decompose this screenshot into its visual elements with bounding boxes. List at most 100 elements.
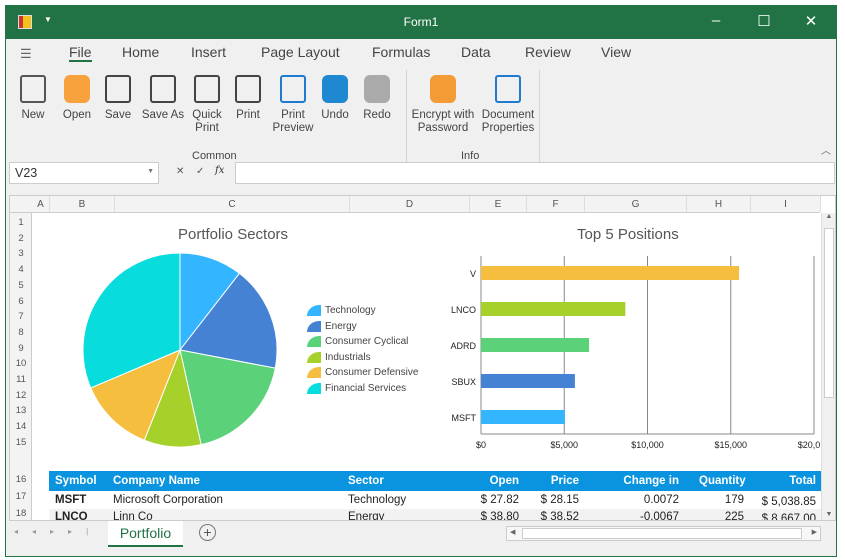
column-header-F[interactable]: F bbox=[527, 196, 585, 212]
insert-function-icon[interactable]: fx bbox=[215, 165, 224, 176]
row-header-3[interactable]: 3 bbox=[10, 248, 32, 259]
quick-print-button[interactable]: Quick Print bbox=[190, 71, 224, 135]
enter-icon[interactable]: ✓ bbox=[196, 166, 204, 177]
scroll-down-icon[interactable]: ▼ bbox=[822, 511, 835, 518]
horizontal-scrollbar[interactable]: ◀ ▶ bbox=[506, 526, 821, 541]
column-header-H[interactable]: H bbox=[687, 196, 751, 212]
tab-formulas[interactable]: Formulas bbox=[372, 44, 430, 60]
column-header-B[interactable]: B bbox=[50, 196, 115, 212]
table-cell[interactable]: Microsoft Corporation bbox=[113, 492, 313, 509]
portfolio-table[interactable]: Symbol Company Name Sector Open Price Change … bbox=[49, 471, 821, 520]
cancel-icon[interactable]: ✕ bbox=[176, 166, 184, 177]
redo-button[interactable]: Redo bbox=[362, 71, 392, 122]
minimize-button[interactable]: – bbox=[701, 12, 731, 32]
scroll-left-icon[interactable]: ◀ bbox=[510, 528, 515, 536]
chevron-down-icon[interactable]: ▼ bbox=[147, 168, 154, 175]
row-header-18[interactable]: 18 bbox=[10, 508, 32, 519]
pie-chart[interactable] bbox=[70, 246, 290, 456]
tab-insert[interactable]: Insert bbox=[191, 44, 226, 60]
column-header[interactable]: Company Name bbox=[113, 471, 313, 491]
column-header[interactable]: Open bbox=[479, 471, 519, 491]
column-header-D[interactable]: D bbox=[350, 196, 470, 212]
column-header-A[interactable]: A bbox=[32, 196, 50, 212]
bar-SBUX[interactable] bbox=[481, 374, 575, 388]
tab-file[interactable]: File bbox=[69, 44, 92, 62]
bar-LNCO[interactable] bbox=[481, 302, 626, 316]
sheet-tab-portfolio[interactable]: Portfolio bbox=[108, 521, 183, 547]
open-button[interactable]: Open bbox=[60, 71, 94, 122]
column-header-G[interactable]: G bbox=[585, 196, 687, 212]
encrypt-with-password-button[interactable]: Encrypt with Password bbox=[411, 71, 475, 135]
tab-view[interactable]: View bbox=[601, 44, 631, 60]
formula-input[interactable] bbox=[235, 162, 835, 184]
bar-ADRD[interactable] bbox=[481, 338, 590, 352]
table-cell[interactable]: 179 bbox=[699, 492, 744, 509]
vertical-scrollbar[interactable]: ▲ ▼ bbox=[821, 213, 835, 520]
table-cell[interactable]: $ 38.80 bbox=[479, 509, 519, 520]
tab-page-layout[interactable]: Page Layout bbox=[261, 44, 340, 60]
name-box[interactable]: V23 ▼ bbox=[9, 162, 159, 184]
table-cell[interactable]: $ 8,667.00 bbox=[754, 511, 816, 520]
collapse-ribbon-icon[interactable]: ︿ bbox=[821, 142, 831, 157]
column-header[interactable]: Total bbox=[754, 471, 816, 491]
row-header-6[interactable]: 6 bbox=[10, 296, 32, 307]
row-header-4[interactable]: 4 bbox=[10, 264, 32, 275]
ribbon-menu-icon[interactable]: ☰ bbox=[20, 46, 32, 62]
column-header-C[interactable]: C bbox=[115, 196, 350, 212]
bar-MSFT[interactable] bbox=[481, 410, 565, 424]
save-button[interactable]: Save bbox=[104, 71, 132, 122]
tab-data[interactable]: Data bbox=[461, 44, 491, 60]
add-sheet-button[interactable]: + bbox=[199, 524, 216, 541]
scroll-thumb[interactable] bbox=[522, 528, 802, 539]
table-cell[interactable]: Linn Co bbox=[113, 509, 313, 520]
table-cell[interactable]: Energy bbox=[348, 509, 448, 520]
row-header-5[interactable]: 5 bbox=[10, 280, 32, 291]
table-cell[interactable]: LNCO bbox=[55, 509, 105, 520]
row-header-16[interactable]: 16 bbox=[10, 474, 32, 485]
bar-chart[interactable]: $0 $5,000 $10,000 $15,000 $20,000 V LNCO ADRD SB… bbox=[440, 246, 820, 456]
row-header-15[interactable]: 15 bbox=[10, 437, 32, 448]
maximize-button[interactable]: ☐ bbox=[749, 12, 779, 32]
scroll-thumb[interactable] bbox=[824, 228, 834, 398]
close-button[interactable]: ✕ bbox=[796, 12, 826, 32]
row-header-11[interactable]: 11 bbox=[10, 374, 32, 385]
row-header-13[interactable]: 13 bbox=[10, 405, 32, 416]
save-as-button[interactable]: Save As bbox=[140, 71, 186, 122]
tab-home[interactable]: Home bbox=[122, 44, 159, 60]
row-header-1[interactable]: 1 bbox=[10, 217, 32, 228]
column-header[interactable]: Price bbox=[539, 471, 579, 491]
row-header-17[interactable]: 17 bbox=[10, 491, 32, 502]
column-header-E[interactable]: E bbox=[470, 196, 527, 212]
table-cell[interactable]: 0.0072 bbox=[594, 492, 679, 509]
new-button[interactable]: New bbox=[18, 71, 48, 122]
sheet-nav[interactable]: ◂◂▸▸| bbox=[14, 527, 102, 536]
table-cell[interactable]: Technology bbox=[348, 492, 448, 509]
row-header-8[interactable]: 8 bbox=[10, 327, 32, 338]
row-header-10[interactable]: 10 bbox=[10, 358, 32, 369]
row-header-7[interactable]: 7 bbox=[10, 311, 32, 322]
undo-button[interactable]: Undo bbox=[318, 71, 352, 122]
row-header-2[interactable]: 2 bbox=[10, 233, 32, 244]
table-cell[interactable]: $ 28.15 bbox=[539, 492, 579, 509]
column-header[interactable]: Quantity bbox=[699, 471, 746, 491]
tab-review[interactable]: Review bbox=[525, 44, 571, 60]
document-properties-button[interactable]: Document Properties bbox=[478, 71, 538, 135]
print-preview-button[interactable]: Print Preview bbox=[272, 71, 314, 135]
table-cell[interactable]: -0.0067 bbox=[594, 509, 679, 520]
table-cell[interactable]: MSFT bbox=[55, 492, 105, 509]
scroll-up-icon[interactable]: ▲ bbox=[822, 213, 835, 228]
row-header-9[interactable]: 9 bbox=[10, 343, 32, 354]
column-header[interactable]: Symbol bbox=[55, 471, 105, 491]
bar-V[interactable] bbox=[481, 266, 740, 280]
row-header-12[interactable]: 12 bbox=[10, 390, 32, 401]
table-cell[interactable]: $ 27.82 bbox=[479, 492, 519, 509]
table-cell[interactable]: 225 bbox=[699, 509, 744, 520]
table-cell[interactable]: $ 38.52 bbox=[539, 509, 579, 520]
table-row[interactable]: LNCO Linn Co Energy $ 38.80 $ 38.52 -0.0067 22… bbox=[49, 509, 821, 520]
row-header-14[interactable]: 14 bbox=[10, 421, 32, 432]
column-header-I[interactable]: I bbox=[751, 196, 821, 212]
scroll-right-icon[interactable]: ▶ bbox=[812, 528, 817, 536]
print-button[interactable]: Print bbox=[233, 71, 263, 122]
table-row[interactable]: MSFT Microsoft Corporation Technology $ 27.… bbox=[49, 492, 821, 509]
spreadsheet-grid[interactable]: ABCDEFGHI 1 2 3 4 5 6 7 8 9 10 11 12 13 14 15 16 17 18 Po… bbox=[9, 195, 836, 521]
